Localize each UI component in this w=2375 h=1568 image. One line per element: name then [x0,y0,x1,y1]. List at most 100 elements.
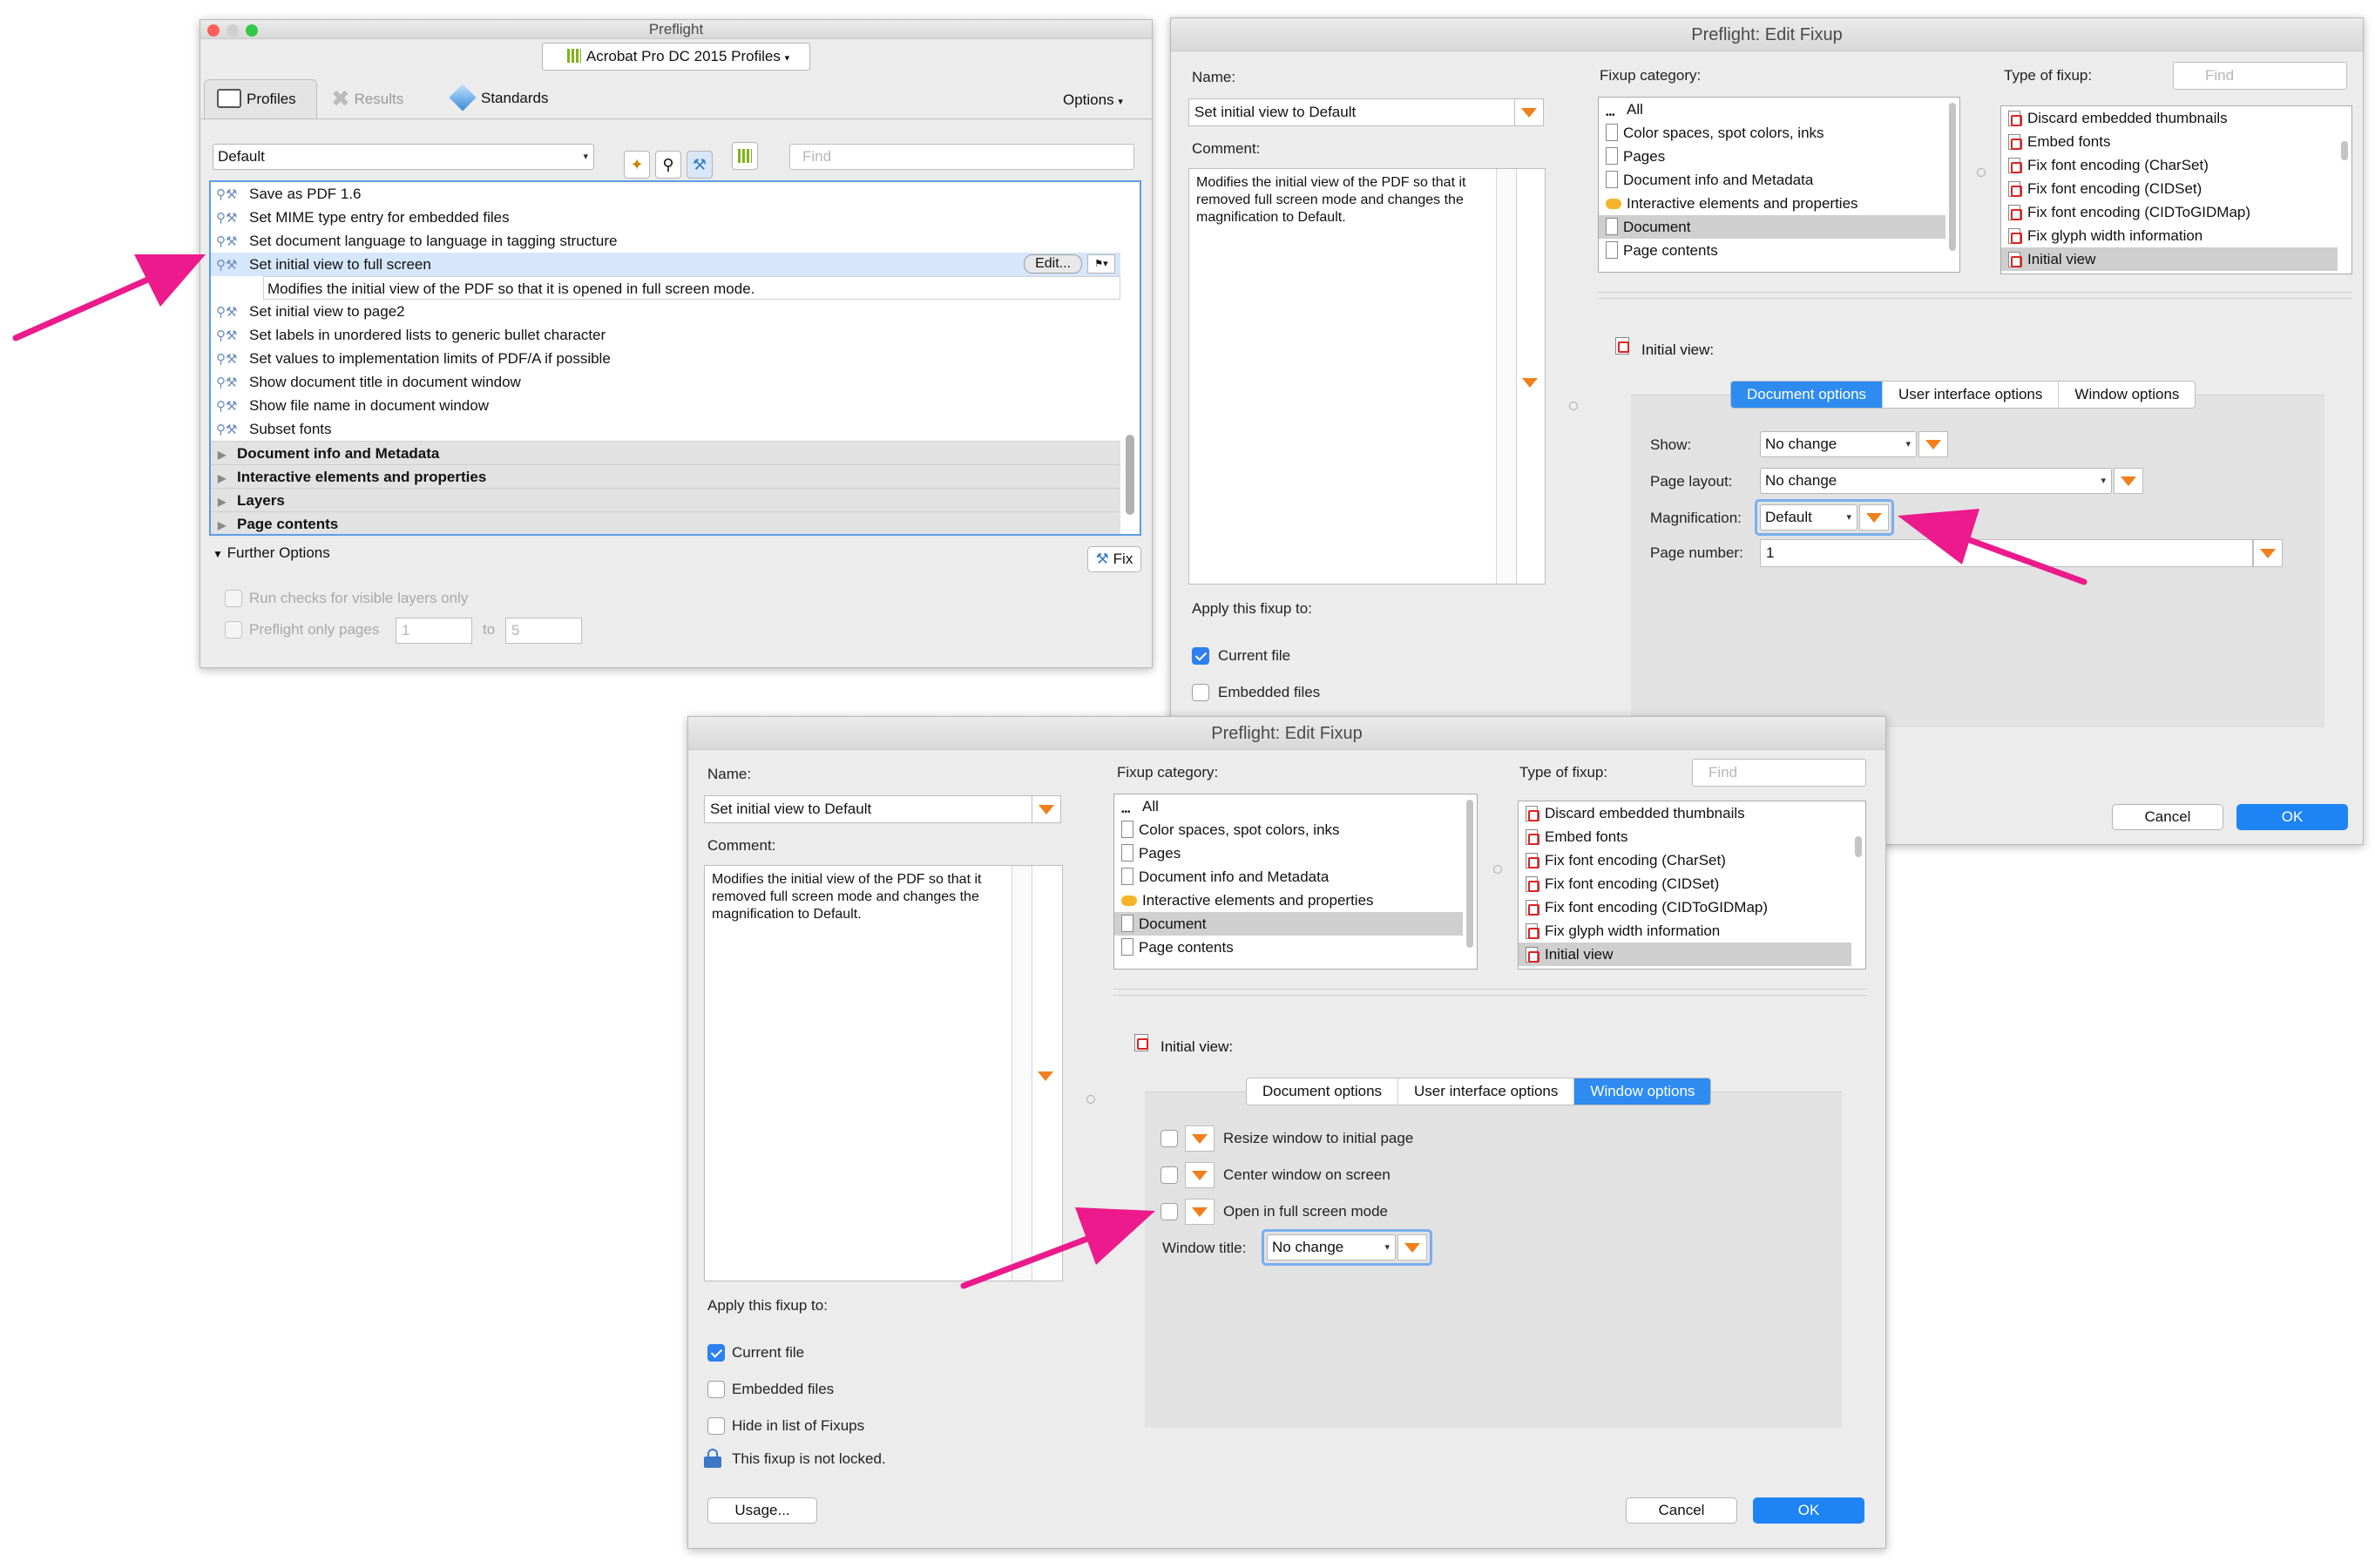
resize-dropdown[interactable] [1185,1125,1215,1152]
fixup-type-item[interactable]: Initial view [2001,247,2338,271]
tab-user-interface-options-1[interactable]: User interface options [1883,382,2060,408]
edit-button[interactable]: Edit... [1024,254,1082,274]
type-find-1[interactable]: Find [2173,62,2347,90]
profile-select[interactable]: Acrobat Pro DC 2015 Profiles ▾ [542,43,810,71]
page-from-field[interactable]: 1 [396,618,472,644]
options-menu[interactable]: Options ▾ [1063,91,1123,109]
magnification-dropdown-1[interactable] [1859,504,1889,531]
mid-splitter-1[interactable] [1977,168,1986,177]
comment-dropdown-2[interactable] [1038,1071,1053,1081]
type-find-2[interactable]: Find [1692,759,1866,787]
fullscreen-checkbox[interactable] [1160,1203,1178,1220]
current-file-checkbox-2[interactable] [707,1344,725,1362]
list-item[interactable]: ⚲⚒ Set MIME type entry for embedded files [211,206,1120,229]
category-item[interactable]: Interactive elements and properties [1114,889,1463,912]
fixup-type-item[interactable]: Embed fonts [1519,825,1851,848]
category-item[interactable]: ••• All [1599,98,1945,121]
category-item[interactable]: Document info and Metadata [1599,168,1945,192]
list-scrollbar[interactable] [1126,435,1134,515]
page-layout-select-1[interactable]: No change ▾ [1760,468,2112,494]
page-to-field[interactable]: 5 [505,618,582,644]
fixup-type-item[interactable]: Discard embedded thumbnails [1519,801,1851,825]
view-tabs-1[interactable]: Document options User interface options … [1730,381,2196,409]
preflight-find-input[interactable]: Find [789,144,1134,170]
list-item[interactable]: ⚲⚒ Subset fonts [211,417,1120,441]
mid-splitter-2[interactable] [1493,865,1502,874]
category-item[interactable]: Document [1114,912,1463,936]
current-file-checkbox-1[interactable] [1192,647,1209,665]
barcode-icon[interactable] [732,142,758,170]
name-field-2[interactable]: Set initial view to Default [704,795,1033,823]
group-header[interactable]: ▶ Document info and Metadata [211,441,1120,464]
further-options[interactable]: ▼ Further Options [213,544,330,562]
fixup-type-item[interactable]: Fix font encoding (CharSet) [2001,153,2338,177]
tab-standards[interactable]: Standards [449,79,549,119]
magnifier-icon[interactable]: ⚲ [655,151,681,179]
fixup-type-item[interactable]: Fix font encoding (CIDToGIDMap) [2001,200,2338,224]
fixup-type-item[interactable]: Discard embedded thumbnails [2001,106,2338,130]
show-select-1[interactable]: No change ▾ [1760,431,1917,457]
h-splitter-2[interactable] [1113,989,1866,996]
category-item[interactable]: Color spaces, spot colors, inks [1599,121,1945,145]
tab-results[interactable]: ✖ Results [331,79,403,119]
category-item[interactable]: Document info and Metadata [1114,865,1463,889]
category-item[interactable]: Document [1599,215,1945,239]
name-dropdown-2[interactable] [1032,795,1061,823]
comment-dropdown-1[interactable] [1522,378,1538,388]
window-title-dropdown[interactable] [1397,1234,1427,1260]
zoom-button[interactable] [246,24,258,37]
left-splitter-2[interactable] [1086,1095,1095,1104]
minimize-button[interactable] [227,24,239,37]
fix-button[interactable]: ⚒ Fix [1087,546,1141,572]
flag-menu-icon[interactable]: ⚑▾ [1087,254,1115,274]
library-select[interactable]: Default ▾ [213,144,594,170]
close-button[interactable] [207,24,220,37]
category-item[interactable]: Page contents [1114,936,1463,959]
view-tabs-2[interactable]: Document options User interface options … [1246,1078,1712,1105]
tab-user-interface-options-2[interactable]: User interface options [1398,1078,1575,1105]
category-item[interactable]: Page contents [1599,239,1945,262]
run-checks-checkbox[interactable] [225,590,242,607]
embedded-files-checkbox-1[interactable] [1192,684,1209,701]
page-number-dropdown-1[interactable] [2253,539,2283,567]
fixup-type-item[interactable]: Fix font encoding (CIDToGIDMap) [1519,896,1851,919]
group-header[interactable]: ▶ Layers [211,488,1120,511]
hide-checkbox-2[interactable] [707,1417,725,1435]
fixup-type-item[interactable]: Fix glyph width information [1519,919,1851,943]
group-header[interactable]: ▶ Page contents [211,511,1120,534]
type-scrollbar-2[interactable] [1855,836,1862,857]
left-splitter-1[interactable] [1569,402,1578,410]
tab-profiles[interactable]: Profiles [204,79,317,119]
wrench-icon[interactable]: ⚒ [687,151,713,179]
fixup-type-item[interactable]: Fix glyph width information [2001,224,2338,247]
resize-checkbox[interactable] [1160,1130,1178,1147]
name-field-1[interactable]: Set initial view to Default [1188,98,1516,126]
fixup-type-item[interactable]: Initial view [1519,943,1851,966]
name-dropdown-1[interactable] [1514,98,1544,126]
magnification-select-1[interactable]: Default ▾ [1760,504,1857,531]
fixup-type-item[interactable]: Fix font encoding (CharSet) [1519,848,1851,872]
tab-window-options-2[interactable]: Window options [1574,1078,1711,1105]
fixup-type-item[interactable]: Fix font encoding (CIDSet) [2001,177,2338,200]
list-item[interactable]: ⚲⚒ Set initial view to full screen Edit...… [211,253,1120,276]
page-layout-dropdown-1[interactable] [2114,468,2143,494]
list-item[interactable]: ⚲⚒ Show file name in document window [211,394,1120,417]
cancel-button-1[interactable]: Cancel [2112,804,2223,830]
list-item[interactable]: ⚲⚒ Set document language to language in t… [211,229,1120,253]
tab-document-options-2[interactable]: Document options [1247,1078,1399,1105]
h-splitter-1[interactable] [1598,292,2352,299]
usage-button-2[interactable]: Usage... [707,1497,817,1524]
center-dropdown[interactable] [1185,1162,1215,1188]
cancel-button-2[interactable]: Cancel [1626,1497,1737,1524]
category-item[interactable]: Pages [1599,145,1945,168]
fixup-type-item[interactable]: Embed fonts [2001,130,2338,153]
show-dropdown-1[interactable] [1918,431,1948,457]
category-item[interactable]: ••• All [1114,794,1463,818]
category-scrollbar-2[interactable] [1466,800,1473,948]
lock-icon[interactable] [704,1449,723,1468]
tab-document-options-1[interactable]: Document options [1731,382,1884,408]
tab-window-options-1[interactable]: Window options [2059,382,2195,408]
list-item[interactable]: ⚲⚒ Show document title in document window [211,370,1120,394]
window-title-select[interactable]: No change ▾ [1267,1234,1396,1260]
list-item[interactable]: ⚲⚒ Set values to implementation limits of… [211,347,1120,370]
